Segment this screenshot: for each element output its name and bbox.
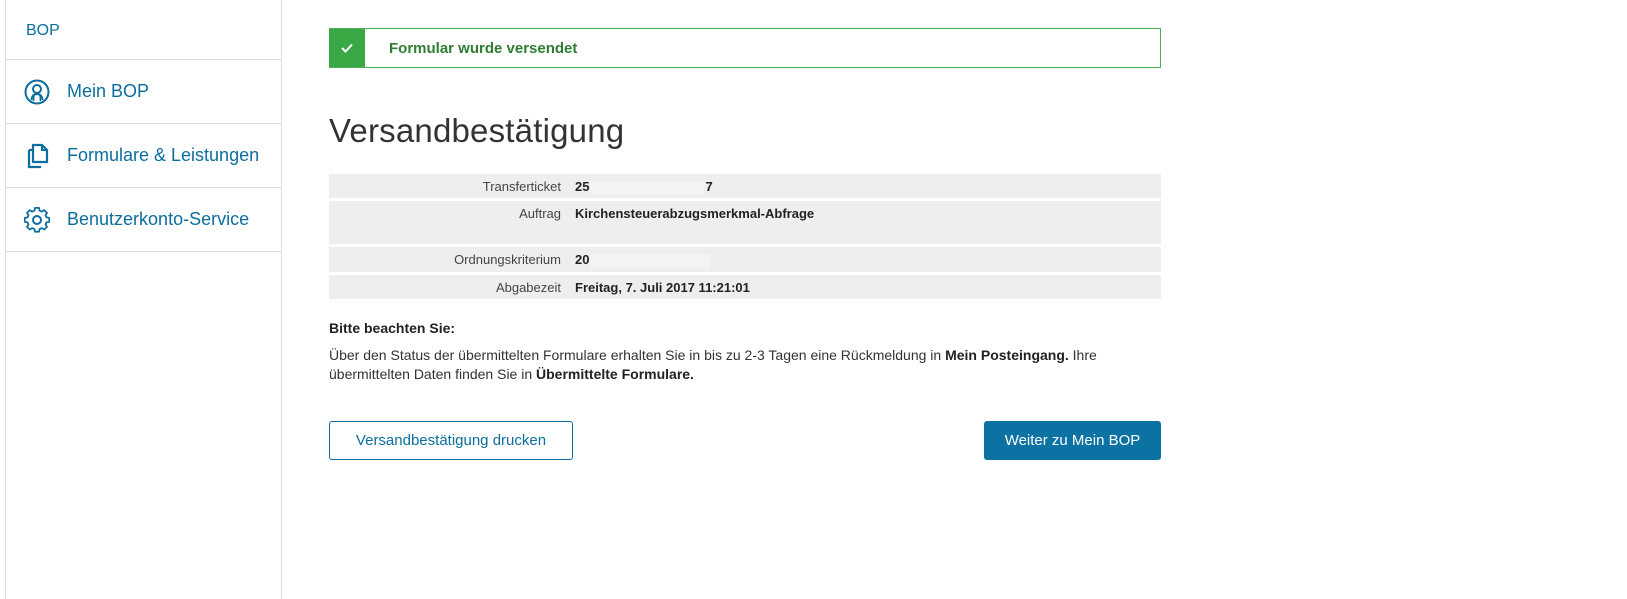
notice-text-part: Über den Status der übermittelten Formul… (329, 347, 946, 363)
checkmark-icon (329, 29, 365, 67)
detail-value: Kirchensteuerabzugsmerkmal-Abfrage (575, 206, 815, 221)
redaction-block (590, 253, 711, 268)
sidebar-item-label: Mein BOP (67, 81, 150, 101)
success-alert: Formular wurde versendet (329, 28, 1161, 68)
sidebar-item-label: Benutzerkonto-Service (67, 209, 250, 229)
user-circle-icon (23, 78, 51, 106)
app: BOP Mein BOP Formulare & Leistungen Benu… (0, 0, 1627, 599)
sidebar: BOP Mein BOP Formulare & Leistungen Benu… (5, 0, 282, 599)
detail-label: Ordnungskriterium (454, 252, 561, 267)
detail-row-auftrag: Auftrag Kirchensteuerabzugsmerkmal-Abfra… (329, 201, 1161, 244)
detail-value-end: 7 (705, 179, 713, 194)
sidebar-item-formulare[interactable]: Formulare & Leistungen (6, 124, 281, 188)
detail-label: Auftrag (519, 206, 561, 221)
detail-value: 25 7 (561, 174, 713, 198)
sidebar-item-mein-bop[interactable]: Mein BOP (6, 60, 281, 124)
continue-button[interactable]: Weiter zu Mein BOP (984, 421, 1161, 460)
detail-value: 20 (561, 247, 711, 272)
details-table: Transferticket 25 7 Auftrag Kirchensteuer… (329, 174, 1161, 302)
notice-link-posteingang: Mein Posteingang. (945, 347, 1069, 363)
detail-label: Transferticket (482, 179, 561, 194)
sidebar-item-label: Formulare & Leistungen (67, 145, 260, 165)
notice: Bitte beachten Sie: Über den Status der … (329, 320, 1161, 384)
detail-value-start: 25 (575, 179, 590, 194)
detail-value: Freitag, 7. Juli 2017 11:21:01 (575, 280, 750, 295)
notice-heading: Bitte beachten Sie: (329, 320, 456, 336)
detail-row-transferticket: Transferticket 25 7 (329, 174, 1161, 198)
detail-row-ordnungskriterium: Ordnungskriterium 20 (329, 247, 1161, 272)
documents-icon (23, 142, 51, 170)
alert-message: Formular wurde versendet (389, 39, 578, 57)
sidebar-brand[interactable]: BOP (6, 0, 281, 60)
notice-link-formulare: Übermittelte Formulare. (536, 366, 694, 382)
sidebar-item-benutzerkonto[interactable]: Benutzerkonto-Service (6, 188, 281, 252)
detail-label: Abgabezeit (495, 280, 561, 295)
print-confirmation-button[interactable]: Versandbestätigung drucken (329, 421, 573, 460)
page-title: Versandbestätigung (329, 112, 625, 149)
detail-value-start: 20 (575, 252, 590, 267)
detail-row-abgabezeit: Abgabezeit Freitag, 7. Juli 2017 11:21:0… (329, 275, 1161, 299)
gear-icon (23, 206, 51, 234)
notice-text: Über den Status der übermittelten Formul… (329, 346, 1161, 384)
redaction-block (590, 180, 705, 195)
